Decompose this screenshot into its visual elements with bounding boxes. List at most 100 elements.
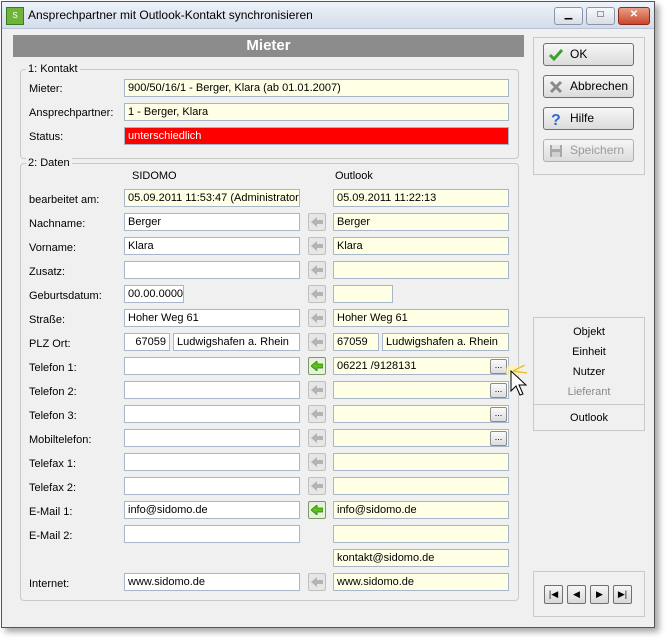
- save-button[interactable]: Speichern: [543, 139, 634, 162]
- bearbeitet-sidomo-field: 05.09.2011 11:53:47 (Administrator): [124, 189, 300, 207]
- geburtsdatum-outlook-field: [333, 285, 393, 303]
- maximize-button[interactable]: □: [586, 7, 615, 25]
- copy-telefon3-arrow-icon[interactable]: [308, 405, 326, 423]
- ansprechpartner-label: Ansprechpartner:: [29, 107, 114, 119]
- svg-text:?: ?: [551, 112, 561, 127]
- telefax1-outlook-field: [333, 453, 509, 471]
- copy-strasse-arrow-icon[interactable]: [308, 309, 326, 327]
- mobiltelefon-sidomo-field[interactable]: [124, 429, 300, 447]
- outlook-column-header: Outlook: [335, 170, 373, 182]
- section-header: Mieter: [13, 35, 524, 57]
- status-label: Status:: [29, 131, 64, 143]
- email2-label: E-Mail 2:: [29, 530, 73, 542]
- copy-telefax1-arrow-icon[interactable]: [308, 453, 326, 471]
- copy-internet-arrow-icon[interactable]: [308, 573, 326, 591]
- telefon1-label: Telefon 1:: [29, 362, 77, 374]
- nachname-outlook-field: Berger: [333, 213, 509, 231]
- close-button[interactable]: ✕: [618, 7, 650, 25]
- vorname-label: Vorname:: [29, 242, 77, 254]
- copy-telefax2-arrow-icon[interactable]: [308, 477, 326, 495]
- nav-objekt[interactable]: Objekt: [534, 326, 644, 338]
- ok-button[interactable]: OK: [543, 43, 634, 66]
- nav-outlook[interactable]: Outlook: [534, 412, 644, 424]
- telefon2-label: Telefon 2:: [29, 386, 77, 398]
- mobiltelefon-label: Mobiltelefon:: [29, 434, 92, 446]
- copy-vorname-arrow-icon[interactable]: [308, 237, 326, 255]
- nachname-label: Nachname:: [29, 218, 86, 230]
- telefon1-sidomo-field[interactable]: [124, 357, 300, 375]
- email1-label: E-Mail 1:: [29, 506, 73, 518]
- dialog-window: S Ansprechpartner mit Outlook-Kontakt sy…: [1, 1, 655, 628]
- zusatz-sidomo-field[interactable]: [124, 261, 300, 279]
- zusatz-label: Zusatz:: [29, 266, 66, 278]
- telefon2-sidomo-field[interactable]: [124, 381, 300, 399]
- help-button-label: Hilfe: [570, 111, 595, 125]
- telefon2-outlook-field: [333, 381, 509, 399]
- sidomo-column-header: SIDOMO: [132, 170, 177, 182]
- bearbeitet-label: bearbeitet am:: [29, 194, 100, 206]
- email3-outlook-field: kontakt@sidomo.de: [333, 549, 509, 567]
- internet-sidomo-field[interactable]: www.sidomo.de: [124, 573, 300, 591]
- email1-outlook-field: info@sidomo.de: [333, 501, 509, 519]
- mobiltelefon-outlook-field: [333, 429, 509, 447]
- strasse-label: Straße:: [29, 314, 66, 326]
- telefon3-label: Telefon 3:: [29, 410, 77, 422]
- ort-outlook-field: Ludwigshafen a. Rhein: [382, 333, 509, 351]
- telefon3-sidomo-field[interactable]: [124, 405, 300, 423]
- cancel-button-label: Abbrechen: [570, 79, 629, 93]
- status-field: unterschiedlich: [124, 127, 509, 145]
- help-button[interactable]: ? Hilfe: [543, 107, 634, 130]
- strasse-sidomo-field[interactable]: Hoher Weg 61: [124, 309, 300, 327]
- copy-geburtsdatum-arrow-icon[interactable]: [308, 285, 326, 303]
- strasse-outlook-field: Hoher Weg 61: [333, 309, 509, 327]
- ok-button-label: OK: [570, 47, 588, 61]
- copy-telefon2-arrow-icon[interactable]: [308, 381, 326, 399]
- navigation-panel: Objekt Einheit Nutzer Lieferant Outlook: [533, 317, 645, 431]
- internet-label: Internet:: [29, 578, 70, 590]
- telefon3-outlook-field: [333, 405, 509, 423]
- copy-telefon1-arrow-icon[interactable]: [308, 357, 326, 375]
- ort-sidomo-field[interactable]: Ludwigshafen a. Rhein: [173, 333, 300, 351]
- copy-email1-arrow-icon[interactable]: [308, 501, 326, 519]
- plz-sidomo-field[interactable]: 67059: [124, 333, 170, 351]
- email1-sidomo-field[interactable]: info@sidomo.de: [124, 501, 300, 519]
- nav-divider: [534, 404, 644, 405]
- bearbeitet-outlook-field: 05.09.2011 11:22:13: [333, 189, 509, 207]
- telefax2-outlook-field: [333, 477, 509, 495]
- nav-einheit[interactable]: Einheit: [534, 346, 644, 358]
- last-record-button[interactable]: ▶|: [613, 585, 632, 604]
- telefon3-dial-button[interactable]: ...: [490, 407, 507, 422]
- nav-lieferant: Lieferant: [567, 386, 611, 398]
- plz-ort-label: PLZ Ort:: [29, 338, 71, 350]
- minimize-button[interactable]: ▁: [554, 7, 583, 25]
- mieter-field[interactable]: 900/50/16/1 - Berger, Klara (ab 01.01.20…: [124, 79, 509, 97]
- telefax2-label: Telefax 2:: [29, 482, 77, 494]
- vorname-sidomo-field[interactable]: Klara: [124, 237, 300, 255]
- internet-outlook-field: www.sidomo.de: [333, 573, 509, 591]
- first-record-button[interactable]: |◀: [544, 585, 563, 604]
- copy-nachname-arrow-icon[interactable]: [308, 213, 326, 231]
- ansprechpartner-field[interactable]: 1 - Berger, Klara: [124, 103, 509, 121]
- next-record-button[interactable]: ▶: [590, 585, 609, 604]
- plz-outlook-field: 67059: [333, 333, 379, 351]
- cancel-button[interactable]: Abbrechen: [543, 75, 634, 98]
- telefax2-sidomo-field[interactable]: [124, 477, 300, 495]
- app-icon: S: [6, 7, 24, 25]
- email2-sidomo-field[interactable]: [124, 525, 300, 543]
- telefax1-sidomo-field[interactable]: [124, 453, 300, 471]
- zusatz-outlook-field: [333, 261, 509, 279]
- mobiltelefon-dial-button[interactable]: ...: [490, 431, 507, 446]
- copy-plz-ort-arrow-icon[interactable]: [308, 333, 326, 351]
- copy-mobiltelefon-arrow-icon[interactable]: [308, 429, 326, 447]
- cancel-x-icon: [549, 80, 563, 94]
- copy-zusatz-arrow-icon[interactable]: [308, 261, 326, 279]
- previous-record-button[interactable]: ◀: [567, 585, 586, 604]
- title-bar[interactable]: S Ansprechpartner mit Outlook-Kontakt sy…: [2, 2, 654, 29]
- nav-nutzer[interactable]: Nutzer: [534, 366, 644, 378]
- nachname-sidomo-field[interactable]: Berger: [124, 213, 300, 231]
- window-title: Ansprechpartner mit Outlook-Kontakt sync…: [28, 8, 313, 22]
- save-button-label: Speichern: [570, 143, 625, 157]
- telefon1-outlook-field: 06221 /9128131: [333, 357, 509, 375]
- geburtsdatum-sidomo-field[interactable]: 00.00.0000: [124, 285, 184, 303]
- mouse-cursor-icon: [506, 365, 528, 396]
